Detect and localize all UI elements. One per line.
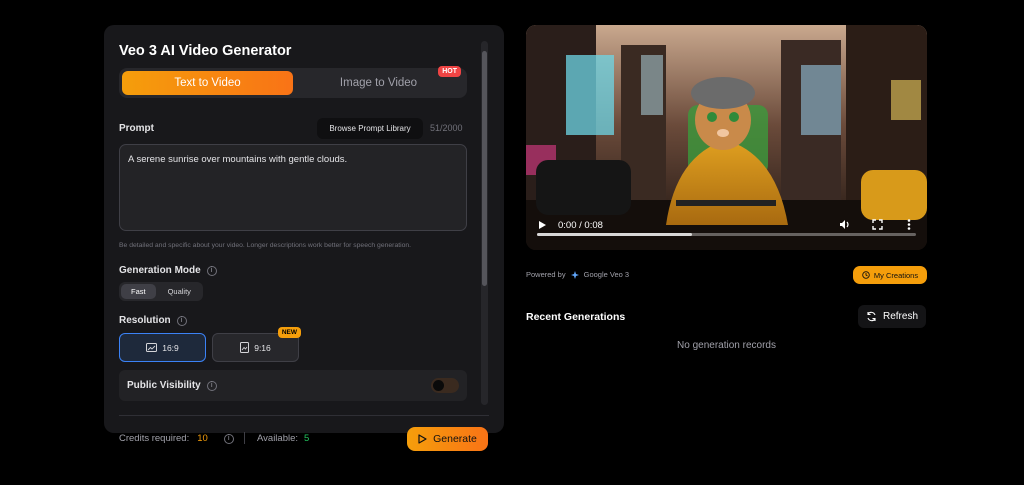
hot-badge: HOT xyxy=(438,66,461,77)
tab-image-to-video[interactable]: Image to Video HOT xyxy=(293,66,464,95)
video-progress-bar[interactable] xyxy=(537,233,916,236)
tab-text-to-video[interactable]: Text to Video xyxy=(122,71,293,95)
resolution-16-9-label: 16:9 xyxy=(162,342,179,353)
resolution-16-9-button[interactable]: 16:9 xyxy=(119,333,206,362)
panel-title: Veo 3 AI Video Generator xyxy=(119,43,292,59)
refresh-icon xyxy=(867,311,876,322)
panel-divider xyxy=(119,415,489,416)
public-visibility-label: Public Visibility i xyxy=(127,380,217,391)
my-creations-button[interactable]: My Creations xyxy=(853,266,927,284)
more-options-icon[interactable] xyxy=(907,219,911,230)
mode-tabs: Text to Video Image to Video HOT xyxy=(119,66,467,98)
portrait-icon xyxy=(240,342,250,353)
credits-label: Credits required: xyxy=(119,433,190,444)
video-progress-fill xyxy=(537,233,693,236)
landscape-icon xyxy=(146,343,158,352)
public-visibility-toggle[interactable] xyxy=(431,378,459,393)
volume-icon[interactable] xyxy=(839,219,851,230)
video-controls: 0:00 / 0:08 xyxy=(526,204,927,250)
credits-available: Available: 5 xyxy=(257,433,309,444)
my-creations-label: My Creations xyxy=(873,270,919,280)
video-time: 0:00 / 0:08 xyxy=(558,220,603,231)
footer-separator xyxy=(244,432,245,444)
generate-label: Generate xyxy=(433,433,477,445)
refresh-label: Refresh xyxy=(882,311,918,322)
prompt-label-text: Prompt xyxy=(119,123,154,134)
public-visibility-label-text: Public Visibility xyxy=(127,380,201,391)
powered-by: Powered by Google Veo 3 xyxy=(526,270,629,279)
char-count: 51/2000 xyxy=(430,123,463,133)
panel-scrollbar[interactable] xyxy=(481,41,488,405)
resolution-9-16-button[interactable]: 9:16 NEW xyxy=(212,327,301,362)
available-value: 5 xyxy=(304,433,310,444)
generate-button[interactable]: Generate xyxy=(407,427,488,451)
toggle-knob xyxy=(433,380,444,391)
recent-generations-title: Recent Generations xyxy=(526,311,626,323)
credits-required: Credits required: 10 i xyxy=(119,433,234,444)
play-icon[interactable] xyxy=(538,220,547,230)
resolution-9-16-label: 9:16 xyxy=(254,342,271,353)
available-label: Available: xyxy=(257,433,299,444)
info-icon[interactable]: i xyxy=(206,380,217,391)
video-player[interactable]: 0:00 / 0:08 xyxy=(526,25,927,250)
credits-value: 10 xyxy=(197,433,208,444)
info-icon[interactable]: i xyxy=(223,433,234,444)
generation-mode-label: Generation Mode i xyxy=(119,265,217,276)
prompt-input[interactable]: A serene sunrise over mountains with gen… xyxy=(119,144,467,231)
clock-icon xyxy=(862,271,870,279)
generation-mode-label-text: Generation Mode xyxy=(119,265,201,276)
tab-text-to-video-label: Text to Video xyxy=(174,77,241,89)
play-outline-icon xyxy=(418,434,427,444)
empty-state: No generation records xyxy=(677,340,776,351)
scrollbar-thumb[interactable] xyxy=(482,51,487,286)
refresh-button[interactable]: Refresh xyxy=(858,305,926,328)
resolution-label: Resolution i xyxy=(119,315,187,326)
new-badge: NEW xyxy=(277,327,301,338)
generator-panel: Veo 3 AI Video Generator Text to Video I… xyxy=(104,25,504,433)
generation-mode-toggle: Fast Quality xyxy=(119,282,203,301)
prompt-label: Prompt xyxy=(119,123,154,134)
public-visibility-row: Public Visibility i xyxy=(119,370,467,401)
resolution-label-text: Resolution xyxy=(119,315,171,326)
mode-fast-option[interactable]: Fast xyxy=(121,284,156,299)
mode-quality-option[interactable]: Quality xyxy=(158,284,201,299)
info-icon[interactable]: i xyxy=(176,315,187,326)
fullscreen-icon[interactable] xyxy=(872,219,883,230)
browse-prompt-library-button[interactable]: Browse Prompt Library xyxy=(317,118,423,139)
prompt-hint: Be detailed and specific about your vide… xyxy=(119,242,412,249)
info-icon[interactable]: i xyxy=(206,265,217,276)
tab-image-to-video-label: Image to Video xyxy=(339,77,418,89)
powered-by-name: Google Veo 3 xyxy=(583,270,630,279)
powered-by-prefix: Powered by xyxy=(526,270,566,279)
sparkle-icon xyxy=(570,270,579,279)
